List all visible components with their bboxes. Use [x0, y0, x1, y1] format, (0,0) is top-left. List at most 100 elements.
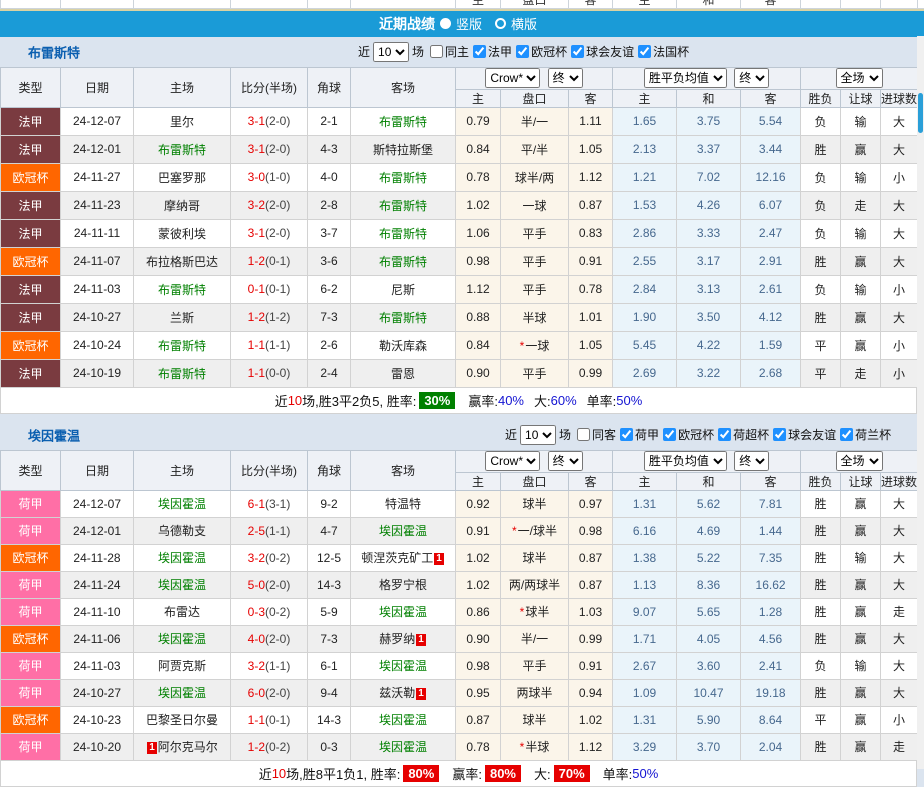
league-label[interactable]: 球会友谊 [788, 426, 836, 443]
away-team-link[interactable]: 埃因霍温 [379, 605, 427, 619]
team-name-title[interactable]: 埃因霍温 [28, 425, 80, 444]
home-team-link[interactable]: 巴塞罗那 [158, 171, 206, 185]
league-checkbox[interactable] [840, 428, 853, 441]
same-venue-label[interactable]: 同客 [592, 426, 616, 443]
away-team-link[interactable]: 埃因霍温 [379, 524, 427, 538]
home-team-link[interactable]: 布雷达 [164, 605, 200, 619]
odds-away-cell: 1.12 [569, 733, 613, 760]
away-team-link[interactable]: 埃因霍温 [379, 713, 427, 727]
scope-select[interactable]: 全场 [836, 451, 883, 471]
home-team-link[interactable]: 巴黎圣日尔曼 [146, 713, 218, 727]
league-label[interactable]: 荷兰杯 [855, 426, 891, 443]
scope-select[interactable]: 全场 [836, 68, 883, 88]
bookmaker-select[interactable]: Crow* [485, 451, 540, 471]
league-label[interactable]: 欧冠杯 [531, 43, 567, 60]
home-team-link[interactable]: 埃因霍温 [158, 551, 206, 565]
away-team-link[interactable]: 布雷斯特 [379, 227, 427, 241]
league-checkbox[interactable] [663, 428, 676, 441]
corner-cell: 2-8 [308, 191, 351, 219]
handicap-value: 平手 [522, 367, 546, 381]
away-team-link[interactable]: 布雷斯特 [379, 115, 427, 129]
radio-horizontal-label[interactable]: 横版 [511, 14, 537, 33]
away-team-link[interactable]: 埃因霍温 [379, 740, 427, 754]
home-team-link[interactable]: 乌德勒支 [158, 524, 206, 538]
same-venue-checkbox[interactable] [577, 428, 590, 441]
league-checkbox[interactable] [571, 45, 584, 58]
league-checkbox[interactable] [473, 45, 486, 58]
home-team-link[interactable]: 埃因霍温 [158, 578, 206, 592]
away-team-link[interactable]: 布雷斯特 [379, 311, 427, 325]
home-team-link[interactable]: 埃因霍温 [158, 632, 206, 646]
scrollbar-track[interactable] [917, 36, 924, 769]
bookmaker-select[interactable]: Crow* [485, 68, 540, 88]
handicap-cell: 球半/两 [501, 163, 569, 191]
away-team-link[interactable]: 布雷斯特 [379, 199, 427, 213]
home-team-link[interactable]: 里尔 [170, 115, 194, 129]
league-checkbox[interactable] [638, 45, 651, 58]
same-venue-label[interactable]: 同主 [445, 43, 469, 60]
home-team-link[interactable]: 阿贾克斯 [158, 659, 206, 673]
previous-table-strip: 主 盘口 客 主 和 客 [0, 0, 924, 11]
odds-away-cell: 0.99 [569, 625, 613, 652]
scrollbar-thumb[interactable] [918, 93, 923, 133]
home-team-link[interactable]: 阿尔克马尔 [158, 740, 218, 754]
goals-result-cell: 小 [881, 163, 918, 191]
league-checkbox[interactable] [773, 428, 786, 441]
away-team-link[interactable]: 雷恩 [391, 367, 415, 381]
league-checkbox[interactable] [516, 45, 529, 58]
col-home: 主场 [134, 67, 231, 107]
home-team-link[interactable]: 摩纳哥 [164, 199, 200, 213]
home-team-link[interactable]: 埃因霍温 [158, 497, 206, 511]
league-checkbox[interactable] [620, 428, 633, 441]
mean-time-select[interactable]: 终 [734, 451, 769, 471]
fulltime-score: 5-0 [248, 578, 265, 592]
psv-summary: 近10场,胜8平1负1, 胜率: 80% 赢率:80% 大:70% 单率:50% [0, 761, 917, 787]
home-team-link[interactable]: 埃因霍温 [158, 686, 206, 700]
home-team-link[interactable]: 布雷斯特 [158, 143, 206, 157]
mean-select[interactable]: 胜平负均值 [644, 451, 727, 471]
same-venue-checkbox[interactable] [430, 45, 443, 58]
away-team-link[interactable]: 埃因霍温 [379, 659, 427, 673]
team-name-title[interactable]: 布雷斯特 [28, 42, 80, 61]
league-label[interactable]: 球会友谊 [586, 43, 634, 60]
league-label[interactable]: 欧冠杯 [678, 426, 714, 443]
away-team-link[interactable]: 顿涅茨克矿工 [361, 551, 433, 565]
away-team-link[interactable]: 布雷斯特 [379, 255, 427, 269]
match-count-select[interactable]: 10 [373, 42, 409, 62]
league-label[interactable]: 荷甲 [635, 426, 659, 443]
away-team-link[interactable]: 特温特 [385, 497, 421, 511]
odds-away-cell: 0.78 [569, 275, 613, 303]
away-team-link[interactable]: 布雷斯特 [379, 171, 427, 185]
away-team-link[interactable]: 尼斯 [391, 283, 415, 297]
section-title-bar: 近期战绩 竖版 横版 [0, 11, 924, 37]
mean-select[interactable]: 胜平负均值 [644, 68, 727, 88]
league-checkbox[interactable] [718, 428, 731, 441]
wdl-result-cell: 胜 [801, 135, 841, 163]
home-team-link[interactable]: 布雷斯特 [158, 367, 206, 381]
away-team-link[interactable]: 兹沃勒 [379, 686, 415, 700]
league-label[interactable]: 法甲 [488, 43, 512, 60]
match-count-select[interactable]: 10 [520, 425, 556, 445]
odds-time-select[interactable]: 终 [548, 451, 583, 471]
away-team-link[interactable]: 赫罗纳 [379, 632, 415, 646]
away-team-link[interactable]: 勒沃库森 [379, 339, 427, 353]
radio-vertical-label[interactable]: 竖版 [456, 14, 482, 33]
radio-horizontal-icon[interactable] [495, 18, 506, 29]
home-team-link[interactable]: 布拉格斯巴达 [146, 255, 218, 269]
odds-time-select[interactable]: 终 [548, 68, 583, 88]
home-team-link[interactable]: 布雷斯特 [158, 339, 206, 353]
home-team-link[interactable]: 布雷斯特 [158, 283, 206, 297]
mean-home-cell: 1.31 [613, 490, 677, 517]
corner-cell: 7-3 [308, 303, 351, 331]
home-team-link[interactable]: 蒙彼利埃 [158, 227, 206, 241]
radio-vertical-icon[interactable] [440, 18, 451, 29]
home-team-link[interactable]: 兰斯 [170, 311, 194, 325]
league-label[interactable]: 荷超杯 [733, 426, 769, 443]
goals-result-cell: 大 [881, 219, 918, 247]
away-team-link[interactable]: 格罗宁根 [379, 578, 427, 592]
handicap-value: 半球 [522, 311, 546, 325]
mean-time-select[interactable]: 终 [734, 68, 769, 88]
match-row: 欧冠杯 24-10-24 布雷斯特 1-1(1-1) 2-6 勒沃库森 0.84… [1, 331, 918, 359]
away-team-link[interactable]: 斯特拉斯堡 [373, 143, 433, 157]
league-label[interactable]: 法国杯 [653, 43, 689, 60]
